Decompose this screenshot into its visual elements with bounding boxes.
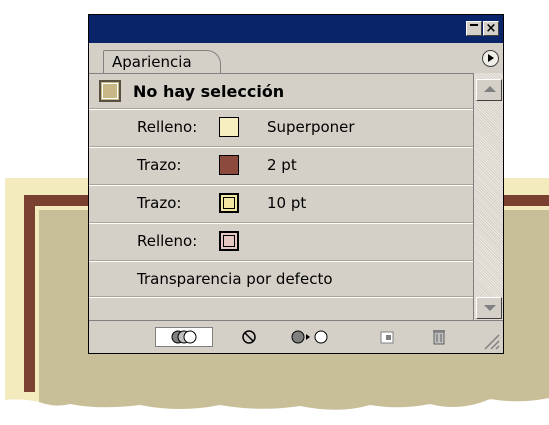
new-art-basic-appearance-icon[interactable] [155, 327, 213, 347]
row-value: 10 pt [267, 194, 307, 212]
appearance-row-fill-1[interactable]: Relleno: Superponer [89, 110, 473, 148]
appearance-row-fill-2[interactable]: Relleno: [89, 224, 473, 262]
scroll-down-icon[interactable] [476, 297, 502, 319]
tab-apariencia[interactable]: Apariencia [103, 50, 221, 74]
clear-appearance-icon[interactable] [239, 327, 259, 347]
selection-header-row[interactable]: No hay selección [89, 74, 473, 110]
panel-menu-arrow-icon[interactable] [482, 50, 499, 67]
fill-swatch[interactable] [219, 231, 239, 251]
row-label: Relleno: [137, 232, 198, 250]
delete-item-icon[interactable] [429, 327, 449, 347]
minimize-icon[interactable] [466, 21, 482, 36]
reduce-to-basic-appearance-icon[interactable] [289, 327, 335, 347]
vertical-scrollbar[interactable] [473, 73, 503, 321]
row-label: Transparencia por defecto [137, 270, 333, 288]
appearance-row-transparency[interactable]: Transparencia por defecto [89, 262, 473, 298]
panel-titlebar[interactable]: × [89, 15, 503, 43]
row-label: Trazo: [137, 156, 182, 174]
appearance-panel: × Apariencia No hay selección Relleno: S… [88, 14, 504, 354]
selection-swatch [99, 80, 121, 102]
row-value: 2 pt [267, 156, 297, 174]
row-label: Relleno: [137, 118, 198, 136]
row-value: Superponer [267, 118, 355, 136]
row-label: Trazo: [137, 194, 182, 212]
fill-swatch[interactable] [219, 117, 239, 137]
appearance-list: No hay selección Relleno: Superponer Tra… [89, 73, 473, 321]
stroke-swatch[interactable] [219, 193, 239, 213]
close-icon[interactable]: × [483, 21, 499, 36]
resize-grip-icon[interactable] [479, 329, 501, 351]
duplicate-item-icon[interactable] [377, 327, 397, 347]
appearance-row-stroke-1[interactable]: Trazo: 2 pt [89, 148, 473, 186]
selection-header-text: No hay selección [133, 82, 285, 101]
panel-bottom-toolbar [89, 320, 503, 353]
stroke-swatch[interactable] [219, 155, 239, 175]
scroll-up-icon[interactable] [476, 79, 502, 101]
tab-row: Apariencia [89, 43, 503, 74]
appearance-row-stroke-2[interactable]: Trazo: 10 pt [89, 186, 473, 224]
artwork-torn-edge [0, 408, 549, 425]
